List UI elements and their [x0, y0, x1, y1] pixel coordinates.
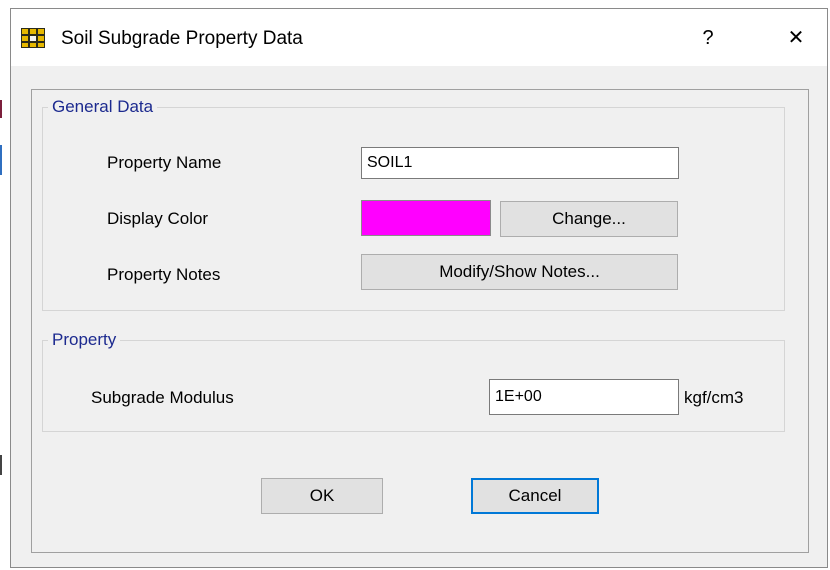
help-button[interactable]: ?	[693, 25, 723, 51]
ok-button[interactable]: OK	[261, 478, 383, 514]
property-name-field[interactable]	[361, 147, 679, 179]
display-color-label: Display Color	[107, 209, 209, 228]
subgrade-modulus-label: Subgrade Modulus	[91, 388, 234, 407]
subgrade-modulus-field[interactable]	[489, 379, 679, 415]
subgrade-modulus-unit: kgf/cm3	[684, 388, 744, 407]
change-color-button[interactable]: Change...	[500, 201, 678, 237]
dialog-title: Soil Subgrade Property Data	[61, 28, 303, 49]
display-color-swatch[interactable]	[361, 200, 491, 236]
app-icon	[21, 28, 45, 48]
general-data-group-label: General Data	[48, 97, 158, 117]
property-notes-label: Property Notes	[107, 265, 221, 284]
modify-show-notes-button[interactable]: Modify/Show Notes...	[361, 254, 678, 290]
property-name-label: Property Name	[107, 153, 222, 172]
cancel-button[interactable]: Cancel	[471, 478, 599, 514]
property-group-label: Property	[48, 330, 121, 350]
desktop: Soil Subgrade Property Data ? ✕ General …	[0, 0, 830, 570]
background-window-edge	[0, 145, 2, 175]
close-button[interactable]: ✕	[781, 25, 811, 51]
title-bar[interactable]: Soil Subgrade Property Data ? ✕	[11, 9, 827, 66]
background-window-edge	[0, 100, 2, 118]
background-window-edge	[0, 455, 2, 475]
